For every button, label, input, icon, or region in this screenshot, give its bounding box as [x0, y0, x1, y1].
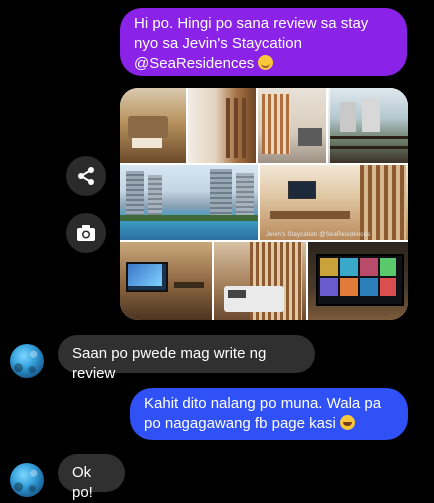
incoming-message-bubble[interactable]: Ok po!: [58, 454, 125, 501]
photo-tv-screen[interactable]: [308, 242, 408, 320]
photo-living-room[interactable]: [120, 88, 186, 163]
photo-tv-lounge[interactable]: Jevin's Staycation @SeaResidences: [260, 165, 408, 240]
gallery-watermark: Jevin's Staycation @SeaResidences: [266, 232, 371, 238]
share-icon: [78, 167, 94, 185]
contact-avatar[interactable]: [10, 344, 44, 378]
contact-avatar[interactable]: [10, 463, 44, 497]
message-text: Hi po. Hingi po sana review sa stay nyo …: [134, 15, 369, 72]
camera-icon: [77, 225, 95, 241]
photo-kitchen-hallway[interactable]: [188, 88, 256, 163]
incoming-message-bubble[interactable]: Saan po pwede mag write ng review: [58, 335, 315, 382]
photo-bedroom[interactable]: [214, 242, 306, 320]
laughing-emoji-icon: [340, 415, 355, 430]
message-text: Ok po!: [72, 464, 93, 501]
share-button[interactable]: [66, 156, 106, 196]
outgoing-message-bubble[interactable]: Kahit dito nalang po muna. Wala pa po na…: [130, 388, 408, 440]
photo-tv-dining[interactable]: [120, 242, 212, 320]
shared-photo-gallery[interactable]: Jevin's Staycation @SeaResidences: [120, 88, 408, 320]
photo-slatted-wall-room[interactable]: [258, 88, 326, 163]
photo-balcony-view[interactable]: [330, 88, 408, 163]
message-text: Saan po pwede mag write ng review: [72, 345, 267, 382]
camera-button[interactable]: [66, 213, 106, 253]
smiling-emoji-icon: [258, 55, 274, 70]
photo-pool-towers[interactable]: [120, 165, 258, 240]
outgoing-message-bubble[interactable]: Hi po. Hingi po sana review sa stay nyo …: [120, 8, 407, 76]
